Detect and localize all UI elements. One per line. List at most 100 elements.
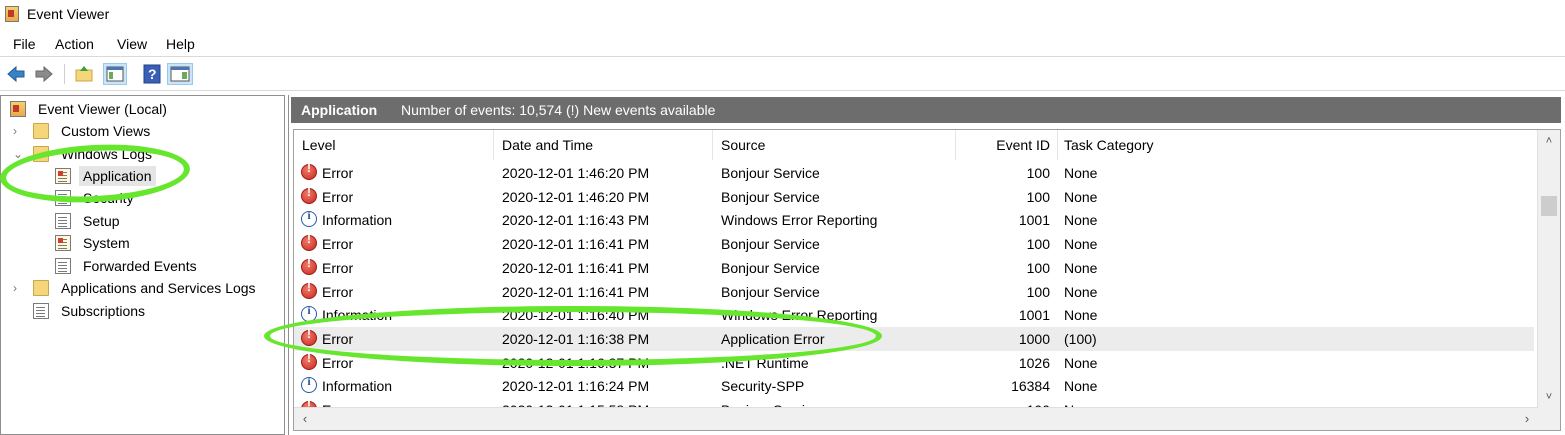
log-view-pane: Application Number of events: 10,574 (!)… xyxy=(288,95,1565,435)
menu-action[interactable]: Action xyxy=(55,36,94,52)
cell-source: Windows Error Reporting xyxy=(721,307,878,324)
cell-date-time: 2020-12-01 1:16:38 PM xyxy=(502,330,650,347)
scroll-left-icon[interactable]: ‹ xyxy=(294,408,316,430)
show-hide-action-pane-icon[interactable] xyxy=(167,63,193,85)
scroll-right-icon[interactable]: › xyxy=(1516,408,1538,430)
cell-event-id: 100 xyxy=(1026,259,1050,276)
cell-source: Application Error xyxy=(721,330,825,347)
cell-level: Error xyxy=(322,330,354,347)
back-icon[interactable] xyxy=(6,63,26,85)
scroll-corner xyxy=(1538,408,1560,430)
table-row[interactable]: Error 2020-12-01 1:16:41 PM Bonjour Servic… xyxy=(294,280,1534,304)
table-row[interactable]: Error 2020-12-01 1:16:41 PM Bonjour Servic… xyxy=(294,256,1534,280)
cell-date-time: 2020-12-01 1:16:24 PM xyxy=(502,378,650,395)
cell-level: Information xyxy=(322,378,393,395)
scroll-thumb[interactable] xyxy=(1541,196,1557,216)
cell-event-id: 1001 xyxy=(1018,307,1050,324)
cell-event-id: 100 xyxy=(1026,188,1050,205)
collapse-arrow-icon[interactable]: ⌄ xyxy=(13,144,25,164)
cell-event-id: 100 xyxy=(1026,283,1050,300)
cell-event-id: 1000 xyxy=(1018,330,1050,347)
table-row[interactable]: Error 2020-12-01 1:16:38 PM Application Er… xyxy=(294,326,1534,351)
scroll-up-icon[interactable]: ˄ xyxy=(1538,132,1560,150)
error-icon xyxy=(301,256,317,275)
show-hide-tree-icon[interactable] xyxy=(103,63,127,85)
table-row[interactable]: Information 2020-12-01 1:16:43 PM Windows … xyxy=(294,208,1534,232)
table-header: Level Date and Time Source Event ID Task… xyxy=(294,130,1534,160)
cell-level: Information xyxy=(322,212,393,229)
up-folder-icon[interactable] xyxy=(74,63,94,85)
help-icon[interactable]: ? xyxy=(142,63,162,85)
cell-source: Bonjour Service xyxy=(721,188,820,205)
cell-event-id: 1026 xyxy=(1018,354,1050,371)
table-row[interactable]: Error 2020-12-01 1:16:41 PM Bonjour Servic… xyxy=(294,232,1534,256)
cell-task-category: None xyxy=(1064,165,1098,181)
svg-text:?: ? xyxy=(148,66,157,82)
title-bar: Event Viewer xyxy=(0,0,1565,30)
log-icon xyxy=(55,168,71,184)
folder-icon xyxy=(33,146,49,162)
menu-bar: File Action View Help xyxy=(0,32,1565,57)
menu-help[interactable]: Help xyxy=(166,36,195,52)
table-row[interactable]: Information 2020-12-01 1:16:24 PM Security… xyxy=(294,374,1534,398)
cell-task-category: None xyxy=(1064,236,1098,253)
cell-source: Security-SPP xyxy=(721,378,805,395)
cell-task-category: None xyxy=(1064,378,1098,395)
cell-task-category: None xyxy=(1064,283,1098,300)
column-header-level[interactable]: Level xyxy=(294,130,494,160)
event-viewer-app-icon xyxy=(5,6,19,22)
cell-event-id: 100 xyxy=(1026,165,1050,181)
navigation-tree: Event Viewer (Local) › Custom Views ⌄ Wi… xyxy=(0,95,285,435)
log-icon xyxy=(55,190,71,206)
cell-date-time: 2020-12-01 1:16:41 PM xyxy=(502,283,650,300)
cell-level: Error xyxy=(322,354,354,371)
cell-date-time: 2020-12-01 1:16:43 PM xyxy=(502,212,650,229)
table-row[interactable]: Information 2020-12-01 1:16:40 PM Windows … xyxy=(294,303,1534,327)
column-header-date[interactable]: Date and Time xyxy=(494,130,713,160)
cell-task-category: None xyxy=(1064,354,1098,371)
cell-task-category: None xyxy=(1064,188,1098,205)
menu-view[interactable]: View xyxy=(117,36,147,52)
expand-arrow-icon[interactable]: › xyxy=(13,121,25,141)
error-icon xyxy=(301,280,317,299)
information-icon xyxy=(301,303,317,323)
cell-source: Bonjour Service xyxy=(721,236,820,253)
scroll-down-icon[interactable]: ˅ xyxy=(1538,388,1560,406)
information-icon xyxy=(301,374,317,394)
forward-icon[interactable] xyxy=(34,63,54,85)
error-icon xyxy=(301,161,317,180)
horizontal-scrollbar[interactable]: ‹ › xyxy=(294,407,1538,430)
column-header-event-id[interactable]: Event ID xyxy=(956,130,1058,160)
cell-event-id: 100 xyxy=(1026,236,1050,253)
column-header-task-category[interactable]: Task Category xyxy=(1058,130,1534,160)
cell-level: Error xyxy=(322,236,354,253)
column-header-source[interactable]: Source xyxy=(713,130,956,160)
log-header: Application Number of events: 10,574 (!)… xyxy=(291,97,1561,123)
toolbar: ? xyxy=(0,58,1565,91)
cell-source: Bonjour Service xyxy=(721,259,820,276)
folder-icon xyxy=(33,280,49,296)
cell-source: Windows Error Reporting xyxy=(721,212,878,229)
error-icon xyxy=(301,232,317,252)
events-table: Level Date and Time Source Event ID Task… xyxy=(293,129,1561,431)
cell-date-time: 2020-12-01 1:16:40 PM xyxy=(502,307,650,324)
table-row[interactable]: Error 2020-12-01 1:46:20 PM Bonjour Servic… xyxy=(294,185,1534,209)
error-icon xyxy=(301,351,317,370)
table-row[interactable]: Error 2020-12-01 1:16:37 PM .NET Runtime 10… xyxy=(294,351,1534,375)
vertical-scrollbar[interactable]: ˄ ˅ xyxy=(1537,130,1560,408)
cell-event-id: 1001 xyxy=(1018,212,1050,229)
log-icon xyxy=(55,213,71,229)
cell-level: Error xyxy=(322,188,354,205)
expand-arrow-icon[interactable]: › xyxy=(13,278,25,298)
log-icon xyxy=(55,235,71,251)
table-row[interactable]: Error 2020-12-01 1:46:20 PM Bonjour Servic… xyxy=(294,161,1534,185)
error-icon xyxy=(301,185,317,204)
cell-date-time: 2020-12-01 1:16:41 PM xyxy=(502,259,650,276)
menu-file[interactable]: File xyxy=(13,36,36,52)
event-count: Number of events: 10,574 (!) New events … xyxy=(401,102,716,118)
cell-date-time: 2020-12-01 1:46:20 PM xyxy=(502,165,650,181)
toolbar-separator xyxy=(64,64,65,84)
cell-level: Error xyxy=(322,283,354,300)
cell-task-category: None xyxy=(1064,259,1098,276)
cell-task-category: (100) xyxy=(1064,330,1097,347)
